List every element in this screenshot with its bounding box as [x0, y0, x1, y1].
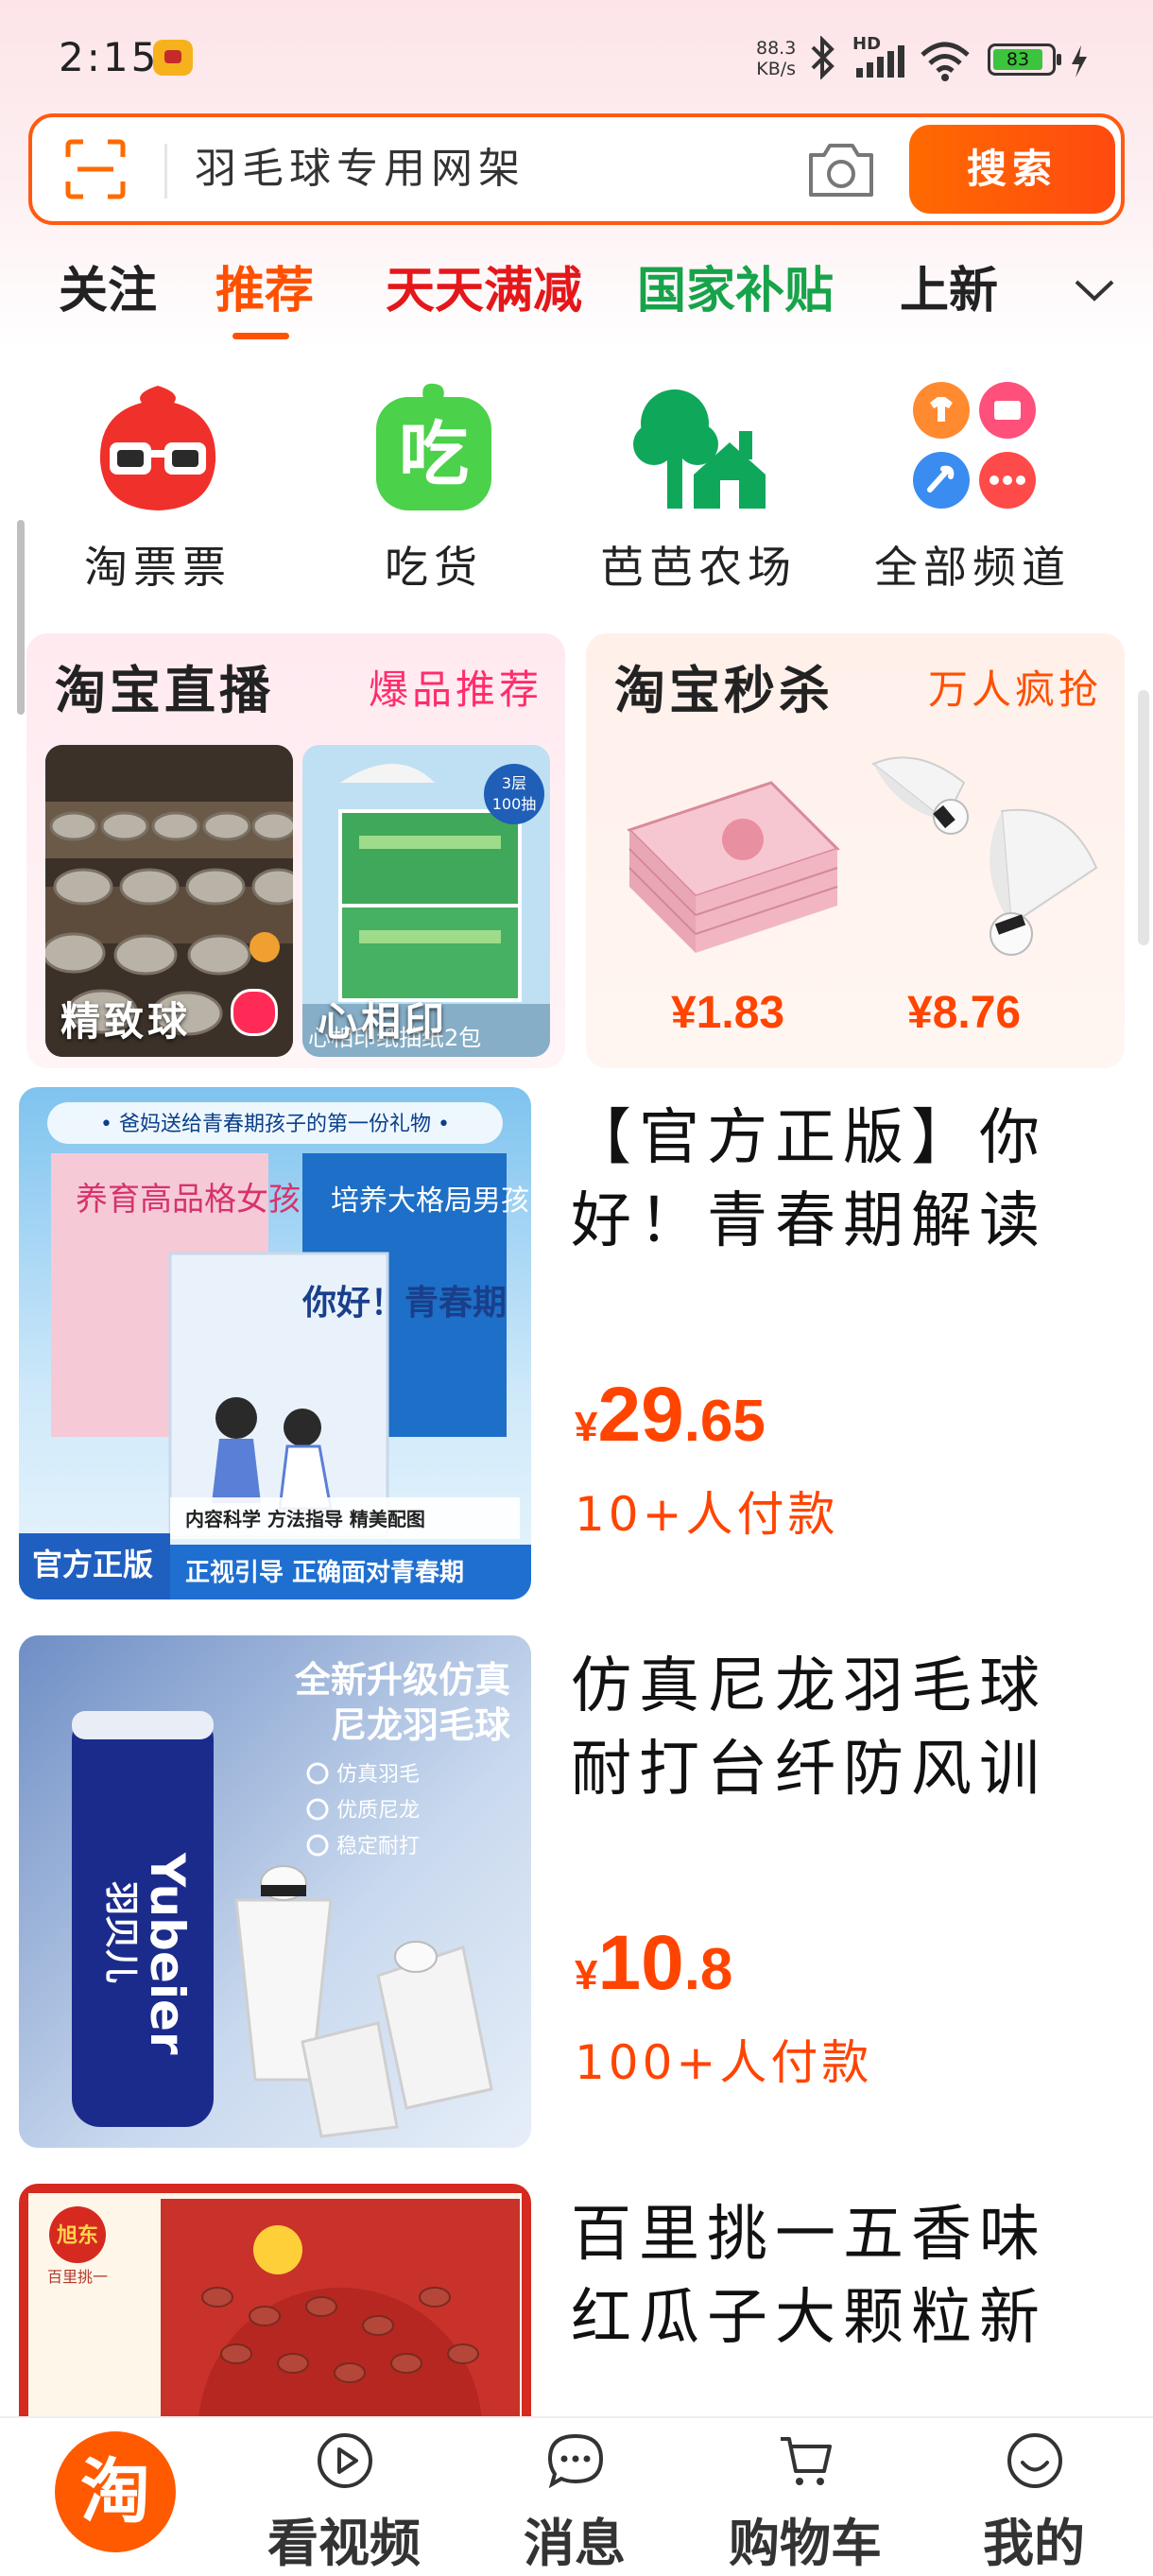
product-title[interactable]: 仿真尼龙羽毛球耐打台纤防风训: [571, 1645, 1100, 1811]
svg-text:100抽: 100抽: [492, 795, 537, 813]
svg-text:百里挑一: 百里挑一: [47, 2268, 108, 2286]
notification-app-icon: [153, 40, 193, 76]
profile-icon: [1007, 2433, 1062, 2488]
shuttlecock-image: [871, 756, 1098, 956]
clock: 2:15: [59, 34, 160, 80]
shuttlecock-tube-image: 全新升级仿真 尼龙羽毛球 仿真羽毛 优质尼龙 稳定耐打 Yubeier 羽贝儿: [72, 1659, 511, 2138]
search-button[interactable]: 搜索: [909, 125, 1115, 214]
cart-icon: [781, 2437, 832, 2485]
chihuo-icon: 吃: [376, 383, 491, 510]
scrollbar-right[interactable]: [1138, 690, 1149, 945]
svg-text:全新升级仿真: 全新升级仿真: [294, 1659, 510, 1701]
search-bar[interactable]: 羽毛球专用网架 搜索: [28, 113, 1125, 225]
nav-watch-video[interactable]: 看视频: [250, 2428, 439, 2573]
channel-taopiaopiao[interactable]: 淘票票: [40, 376, 276, 603]
channel-chihuo[interactable]: 吃 吃货: [316, 376, 552, 603]
nav-profile[interactable]: 我的: [939, 2428, 1128, 2573]
product-card-youth-book[interactable]: • 爸妈送给青春期孩子的第一份礼物 • 养育高品格女孩 培养大格局男孩 你好！青…: [0, 1087, 1153, 1616]
network-speed: 88.3 KB/s: [756, 38, 797, 79]
status-bar: 2:15 88.3 KB/s HD 83: [0, 0, 1153, 123]
svg-text:培养大格局男孩: 培养大格局男孩: [331, 1184, 529, 1218]
melon-seeds-image: 旭东 百里挑一: [28, 2193, 522, 2420]
svg-text:优质尼龙: 优质尼龙: [336, 1799, 420, 1823]
svg-text:官方正版: 官方正版: [32, 1547, 153, 1582]
bluetooth-icon: [811, 36, 835, 79]
svg-text:羽贝儿: 羽贝儿: [101, 1881, 140, 1983]
channel-all[interactable]: 全部频道: [854, 376, 1091, 603]
cash-stack-image: [627, 781, 840, 953]
tab-daily-discount[interactable]: 天天满减: [386, 253, 582, 329]
live-card-title: 淘宝直播: [55, 661, 274, 720]
youth-book-image: • 爸妈送给青春期孩子的第一份礼物 • 养育高品格女孩 培养大格局男孩 你好！青…: [19, 1102, 531, 1599]
baba-farm-icon: [633, 389, 766, 509]
product-card-shuttlecock[interactable]: 全新升级仿真 尼龙羽毛球 仿真羽毛 优质尼龙 稳定耐打 Yubeier 羽贝儿 …: [0, 1635, 1153, 2165]
flash-item-shuttlecock[interactable]: ¥8.76: [860, 745, 1106, 1047]
product-price: ¥10.8: [575, 1920, 733, 2006]
live-card-subtitle: 爆品推荐: [368, 666, 542, 713]
tab-recommend[interactable]: 推荐: [215, 253, 314, 329]
svg-text:正视引导 正确面对青春期: 正视引导 正确面对青春期: [185, 1558, 464, 1587]
channel-grid: 淘票票 吃 吃货 芭芭农场 全部频道: [0, 376, 1153, 603]
message-icon: [547, 2433, 604, 2489]
bottom-navigation: 淘 看视频 消息 购物车 我的: [0, 2416, 1153, 2573]
svg-text:内容科学 方法指导 精美配图: 内容科学 方法指导 精美配图: [185, 1508, 425, 1530]
svg-text:尼龙羽毛球: 尼龙羽毛球: [331, 1704, 511, 1746]
product-sales-count: 100+人付款: [575, 2035, 873, 2090]
nav-messages[interactable]: 消息: [480, 2428, 669, 2573]
product-title[interactable]: 【官方正版】你好！青春期解读: [571, 1097, 1100, 1263]
signal-icon: [856, 45, 904, 78]
svg-text:养育高品格女孩: 养育高品格女孩: [76, 1181, 301, 1219]
flash-sale-card[interactable]: 淘宝秒杀 万人疯抢 ¥1.83 ¥8.76: [586, 633, 1125, 1068]
svg-text:• 爸妈送给青春期孩子的第一份礼物 •: • 爸妈送给青春期孩子的第一份礼物 •: [100, 1113, 450, 1136]
svg-text:你好！青春期: 你好！青春期: [301, 1284, 507, 1323]
tab-active-indicator: [232, 333, 289, 339]
product-card-melon-seeds[interactable]: 旭东 百里挑一 百里挑一五香味红瓜子大颗粒新: [0, 2184, 1153, 2420]
chevron-down-icon[interactable]: [1071, 267, 1118, 314]
svg-text:3层: 3层: [502, 774, 526, 792]
taobao-home-icon[interactable]: 淘: [55, 2431, 176, 2552]
taopiaopiao-icon: [99, 386, 216, 510]
flash-card-title: 淘宝秒杀: [614, 661, 834, 720]
tab-new-arrivals[interactable]: 上新: [900, 253, 998, 329]
search-input[interactable]: 羽毛球专用网架: [195, 140, 525, 199]
svg-text:仿真羽毛: 仿真羽毛: [336, 1763, 420, 1787]
nav-cart[interactable]: 购物车: [711, 2428, 900, 2573]
battery-icon: 83: [988, 43, 1061, 76]
product-sales-count: 10+人付款: [575, 1487, 839, 1542]
tab-national-subsidy[interactable]: 国家补贴: [637, 253, 834, 329]
svg-text:Yubeier: Yubeier: [140, 1852, 195, 2055]
search-divider: [164, 144, 167, 199]
channel-baba-farm[interactable]: 芭芭农场: [580, 376, 817, 603]
product-image-shuttlecock[interactable]: 全新升级仿真 尼龙羽毛球 仿真羽毛 优质尼龙 稳定耐打 Yubeier 羽贝儿: [19, 1635, 531, 2148]
wifi-icon: [921, 42, 970, 81]
product-image-youth-book[interactable]: • 爸妈送给青春期孩子的第一份礼物 • 养育高品格女孩 培养大格局男孩 你好！青…: [19, 1087, 531, 1599]
flash-card-subtitle: 万人疯抢: [927, 666, 1102, 713]
product-title[interactable]: 百里挑一五香味红瓜子大颗粒新: [571, 2193, 1100, 2360]
charging-icon: [1072, 45, 1087, 78]
play-icon: [318, 2433, 372, 2488]
product-price: ¥29.65: [575, 1372, 766, 1458]
flash-item-cash[interactable]: ¥1.83: [611, 745, 847, 1047]
scrollbar-left: [17, 520, 25, 715]
heart-icon[interactable]: [231, 989, 278, 1036]
taobao-live-card[interactable]: 淘宝直播 爆品推荐 精致球 3层 100抽 心相印纸抽纸2包 心相印: [26, 633, 565, 1068]
tab-follow[interactable]: 关注: [59, 253, 157, 329]
product-image-melon-seeds[interactable]: 旭东 百里挑一: [19, 2184, 531, 2420]
live-item-tissue[interactable]: 3层 100抽 心相印纸抽纸2包 心相印: [302, 745, 550, 1057]
live-item-pearl-balls[interactable]: 精致球: [45, 745, 293, 1057]
svg-text:旭东: 旭东: [56, 2223, 98, 2248]
svg-text:吃: 吃: [399, 414, 469, 495]
scan-icon[interactable]: [64, 138, 127, 200]
category-tabs: 关注 推荐 天天满减 国家补贴 上新: [0, 253, 1153, 339]
all-channels-icon: [913, 382, 1036, 509]
svg-text:稳定耐打: 稳定耐打: [336, 1835, 420, 1859]
camera-icon[interactable]: [805, 138, 877, 200]
